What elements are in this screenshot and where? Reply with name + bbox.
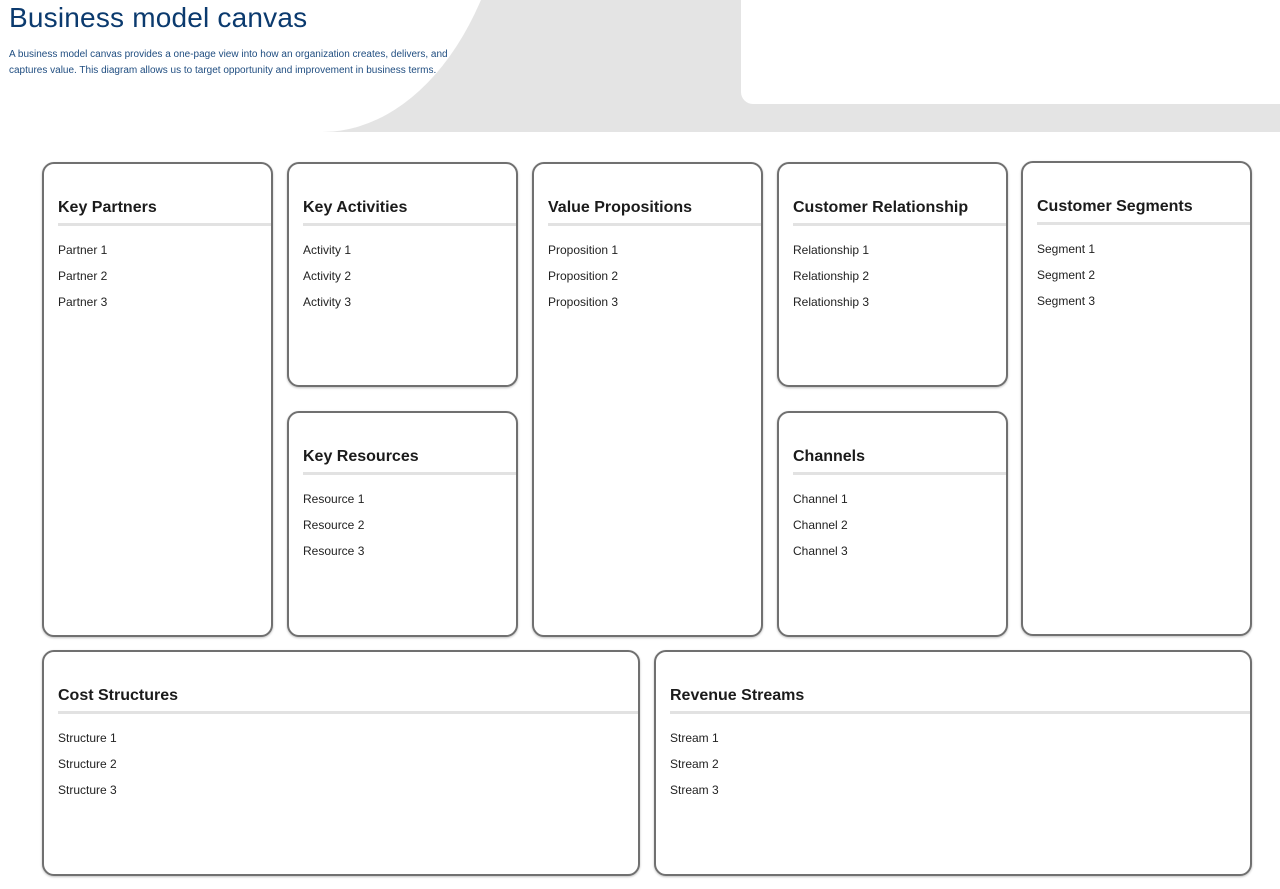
page-title: Business model canvas xyxy=(9,2,308,33)
box-divider xyxy=(793,223,1006,226)
box-item-list: Activity 1 Activity 2 Activity 3 xyxy=(303,237,351,315)
list-item: Channel 2 xyxy=(793,518,848,532)
page-description: A business model canvas provides a one-p… xyxy=(9,49,448,76)
box-title: Customer Relationship xyxy=(793,199,969,216)
business-model-canvas-page: Business model canvas A business model c… xyxy=(0,0,1280,889)
header-band: Business model canvas A business model c… xyxy=(0,0,1280,132)
list-item: Partner 2 xyxy=(58,269,108,283)
box-title: Key Activities xyxy=(303,199,408,216)
list-item: Activity 3 xyxy=(303,295,352,309)
list-item: Resource 3 xyxy=(303,544,365,558)
list-item: Partner 3 xyxy=(58,295,108,309)
customer-relationship-box: Customer Relationship Relationship 1 Rel… xyxy=(777,162,1008,387)
box-item-list: Channel 1 Channel 2 Channel 3 xyxy=(793,486,848,564)
list-item: Resource 2 xyxy=(303,518,365,532)
list-item: Segment 1 xyxy=(1037,242,1096,256)
box-title: Key Partners xyxy=(58,199,157,216)
list-item: Stream 1 xyxy=(670,731,719,745)
channels-box: Channels Channel 1 Channel 2 Channel 3 xyxy=(777,411,1008,637)
box-title: Key Resources xyxy=(303,448,419,465)
box-divider xyxy=(303,472,516,475)
box-item-list: Relationship 1 Relationship 2 Relationsh… xyxy=(793,237,869,315)
list-item: Partner 1 xyxy=(58,243,108,257)
list-item: Segment 2 xyxy=(1037,268,1096,282)
list-item: Structure 2 xyxy=(58,757,117,771)
box-divider xyxy=(670,711,1250,714)
box-divider xyxy=(303,223,516,226)
customer-segments-box: Customer Segments Segment 1 Segment 2 Se… xyxy=(1021,161,1252,636)
list-item: Proposition 3 xyxy=(548,295,619,309)
box-item-list: Structure 1 Structure 2 Structure 3 xyxy=(58,725,117,803)
list-item: Proposition 2 xyxy=(548,269,619,283)
box-title: Cost Structures xyxy=(58,687,179,704)
list-item: Proposition 1 xyxy=(548,243,619,257)
box-item-list: Proposition 1 Proposition 2 Proposition … xyxy=(548,237,618,315)
box-divider xyxy=(793,472,1006,475)
box-item-list: Resource 1 Resource 2 Resource 3 xyxy=(303,486,364,564)
box-divider xyxy=(548,223,761,226)
revenue-streams-box: Revenue Streams Stream 1 Stream 2 Stream… xyxy=(654,650,1252,876)
list-item: Structure 1 xyxy=(58,731,117,745)
key-activities-box: Key Activities Activity 1 Activity 2 Act… xyxy=(287,162,518,387)
key-resources-box: Key Resources Resource 1 Resource 2 Reso… xyxy=(287,411,518,637)
list-item: Activity 1 xyxy=(303,243,352,257)
list-item: Channel 3 xyxy=(793,544,848,558)
list-item: Stream 3 xyxy=(670,783,719,797)
box-title: Customer Segments xyxy=(1037,198,1193,215)
list-item: Relationship 2 xyxy=(793,269,870,283)
box-divider xyxy=(58,711,638,714)
list-item: Resource 1 xyxy=(303,492,365,506)
list-item: Channel 1 xyxy=(793,492,848,506)
box-item-list: Segment 1 Segment 2 Segment 3 xyxy=(1037,236,1095,314)
list-item: Relationship 3 xyxy=(793,295,870,309)
box-title: Revenue Streams xyxy=(670,687,805,704)
list-item: Segment 3 xyxy=(1037,294,1096,308)
box-divider xyxy=(1037,222,1250,225)
cost-structures-box: Cost Structures Structure 1 Structure 2 … xyxy=(42,650,640,876)
box-item-list: Stream 1 Stream 2 Stream 3 xyxy=(670,725,719,803)
list-item: Relationship 1 xyxy=(793,243,870,257)
box-item-list: Partner 1 Partner 2 Partner 3 xyxy=(58,237,107,315)
list-item: Stream 2 xyxy=(670,757,719,771)
list-item: Activity 2 xyxy=(303,269,352,283)
list-item: Structure 3 xyxy=(58,783,117,797)
value-propositions-box: Value Propositions Proposition 1 Proposi… xyxy=(532,162,763,637)
box-title: Value Propositions xyxy=(548,199,693,216)
box-title: Channels xyxy=(793,448,866,465)
key-partners-box: Key Partners Partner 1 Partner 2 Partner… xyxy=(42,162,273,637)
header-right-panel xyxy=(741,0,1280,104)
box-divider xyxy=(58,223,271,226)
